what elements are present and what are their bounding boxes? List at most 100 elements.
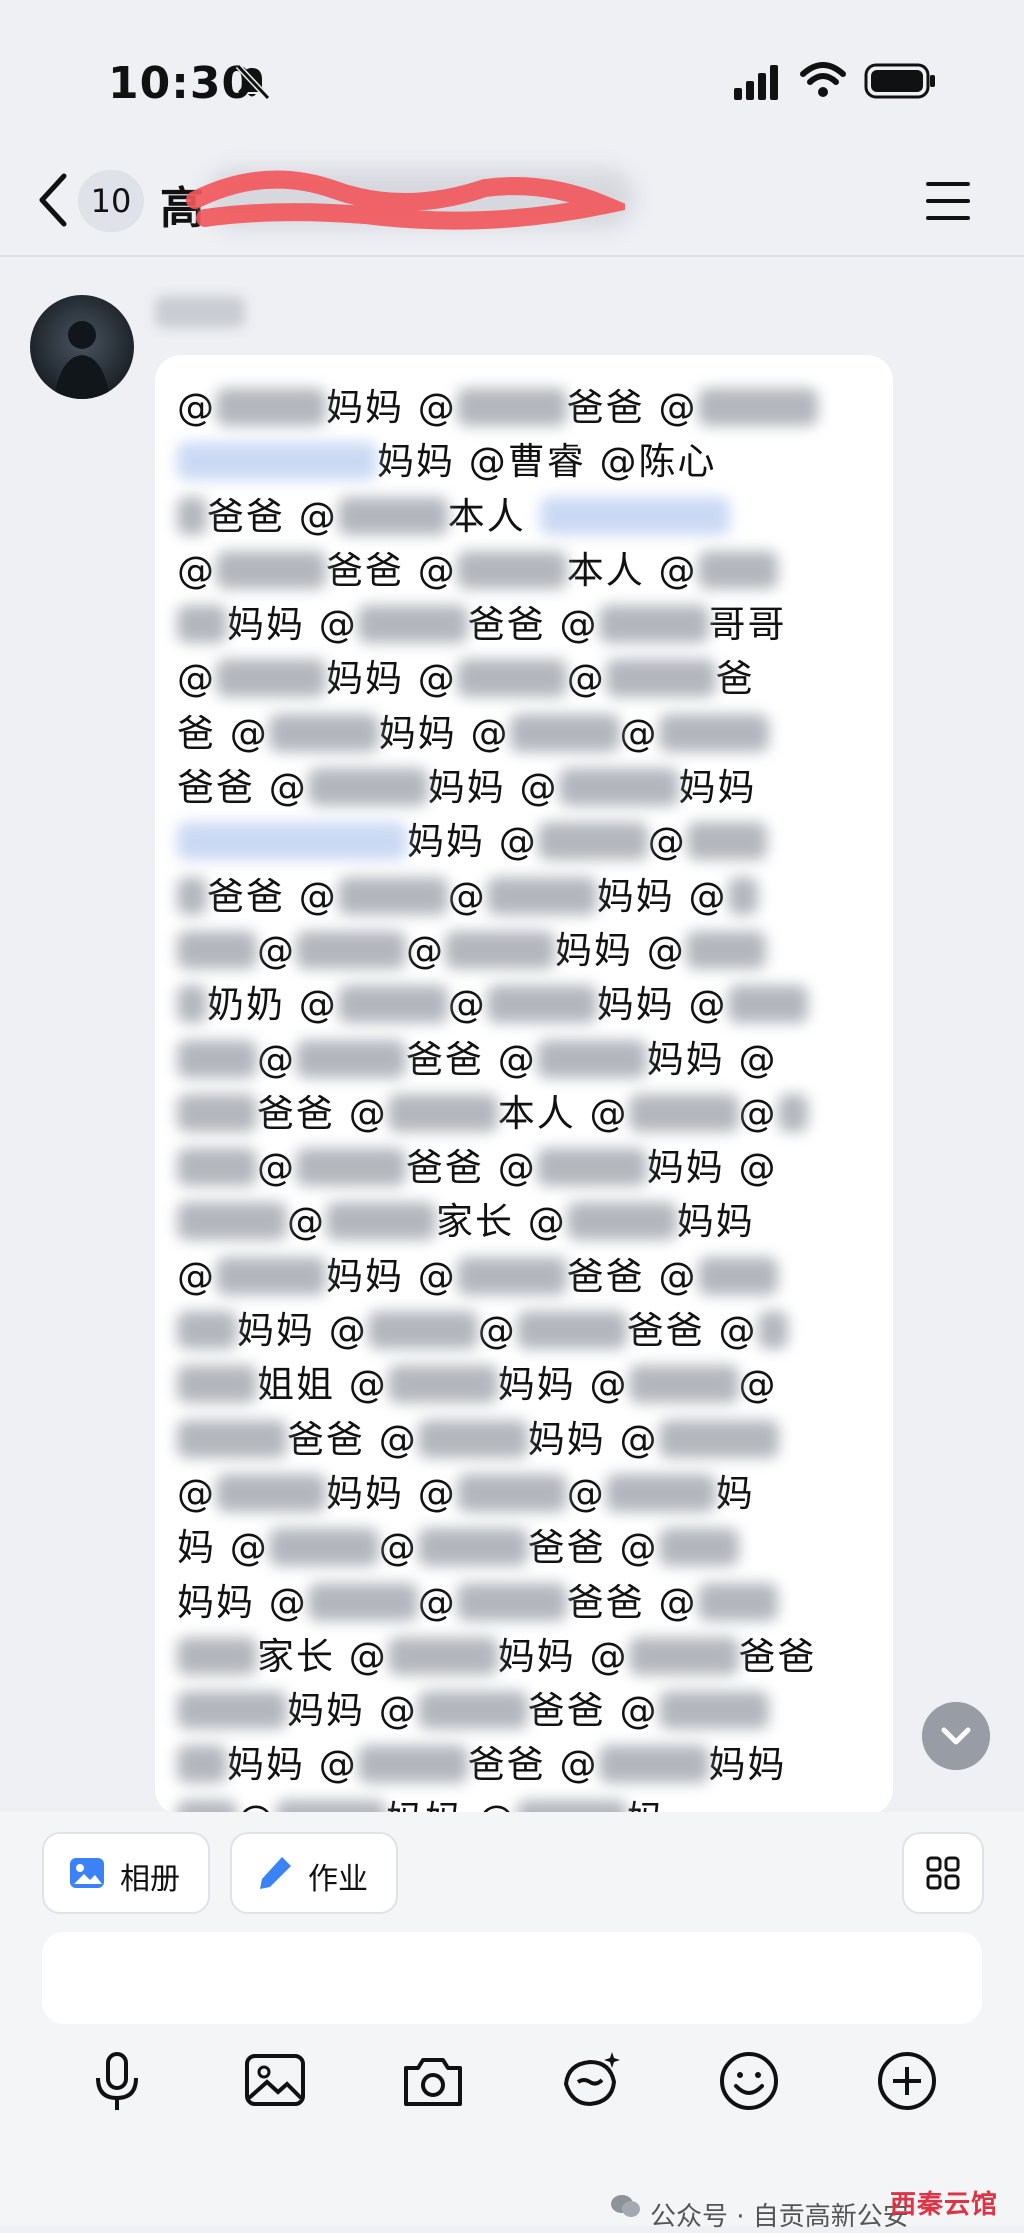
message-text-segment: 爸爸 (738, 1634, 817, 1678)
redacted-name (177, 1419, 287, 1458)
message-text-segment: 爸爸 @ (207, 494, 338, 538)
message-text-segment: @ (257, 1146, 296, 1190)
unread-count-badge[interactable]: 10 (78, 170, 144, 232)
redacted-name (658, 1419, 779, 1458)
message-text-segment: 爸爸 @ (566, 386, 698, 429)
message-text-segment: 家长 @ (436, 1200, 567, 1244)
redacted-name (337, 876, 448, 915)
message-line: 妈妈 @ 爸爸 @ (177, 1684, 877, 1738)
redacted-name (387, 1636, 498, 1675)
message-bubble[interactable]: @ 妈妈 @ 爸爸 @ 妈妈 @曹睿 @陈心 爸爸 @ 本人 @ 爸爸 @ 本人 @ 妈妈 @ 爸… (155, 355, 893, 1815)
redacted-name (177, 605, 227, 644)
redacted-name (685, 930, 766, 969)
message-text-segment: 爸爸 @ (467, 603, 599, 647)
redacted-name (628, 1365, 739, 1404)
redacted-name (268, 1528, 379, 1567)
message-text-segment: 奶奶 @ (207, 983, 338, 1027)
message-text-segment: @ (378, 1526, 418, 1570)
message-line: 爸爸 @ 本人 @ @ (177, 1087, 877, 1141)
redacted-name (598, 605, 709, 644)
message-text-segment: 妈 @ (177, 1526, 269, 1570)
redacted-name (177, 1745, 227, 1784)
message-text-segment: 妈妈 @ (326, 1254, 457, 1298)
message-line: 家长 @ 妈妈 @ 爸爸 (177, 1630, 877, 1684)
redacted-name (417, 1419, 528, 1458)
more-apps-icon[interactable] (902, 1832, 984, 1914)
redacted-link (539, 496, 730, 535)
message-text-segment: @ (177, 1471, 216, 1515)
redacted-name (509, 713, 620, 752)
redacted-name (697, 550, 778, 589)
image-icon[interactable] (242, 2048, 308, 2114)
message-line: 妈妈 @ 爸爸 @ 妈妈 (177, 1738, 877, 1792)
message-text-segment: 妈妈 @ (378, 711, 510, 755)
message-line: @ 爸爸 @ 妈妈 @ (177, 1141, 877, 1195)
message-text-segment: @ (257, 928, 296, 972)
message-text-segment: 爸爸 @ (326, 548, 457, 592)
message-text-segment: 妈妈 @ (326, 1471, 457, 1515)
message-text-segment: 妈妈 @ (227, 603, 358, 647)
redacted-name (177, 876, 207, 915)
redacted-name (658, 713, 769, 752)
message-input[interactable] (42, 1932, 982, 2024)
message-text-segment: @ (406, 928, 445, 972)
message-text-segment: @ (177, 1254, 216, 1298)
watermark-text: 公众号 · 自贡高新公安 (650, 2202, 909, 2232)
redacted-name (357, 605, 468, 644)
message-text-segment: 爸爸 @ (527, 1526, 659, 1570)
redacted-name (307, 1582, 418, 1621)
redacted-name (605, 1473, 716, 1512)
redacted-name (598, 1745, 709, 1784)
microphone-icon[interactable] (84, 2048, 150, 2114)
redaction-scribble (186, 170, 625, 230)
message-text-segment: 姐姐 @ (257, 1363, 388, 1407)
redacted-name (486, 876, 597, 915)
homework-label: 作业 (308, 1862, 368, 1897)
sender-avatar[interactable] (30, 295, 134, 399)
redacted-name (337, 496, 448, 535)
sticker-icon[interactable] (558, 2048, 624, 2114)
plus-icon[interactable] (874, 2048, 940, 2114)
redacted-name (177, 985, 207, 1024)
message-line: 爸爸 @ @ 妈妈 @ (177, 870, 877, 924)
homework-button[interactable]: 作业 (230, 1832, 398, 1914)
message-text-segment: 妈妈 @ (177, 1580, 308, 1624)
redacted-name (537, 822, 648, 861)
message-text-segment: 本人 @ (566, 548, 698, 592)
message-text-segment: 爸爸 @ (566, 1254, 698, 1298)
message-text-segment: 妈妈 @ (596, 874, 728, 918)
redacted-name (697, 1256, 778, 1295)
redacted-name (605, 659, 716, 698)
message-text-segment: 妈妈 @ (646, 1037, 778, 1081)
message-text-segment: @ (417, 1580, 457, 1624)
redacted-name (727, 876, 758, 915)
message-text-segment: 妈妈 @ (527, 1417, 659, 1461)
camera-icon[interactable] (400, 2048, 466, 2114)
redacted-name (417, 1528, 528, 1567)
message-line: 妈妈 @ @ 爸爸 @ (177, 1304, 877, 1358)
bell-muted-icon (235, 63, 271, 101)
message-text: @ 妈妈 @ 爸爸 @ 妈妈 @曹睿 @陈心 爸爸 @ 本人 @ 爸爸 @ 本人 @ 妈妈 @ 爸… (177, 381, 877, 1815)
message-text-segment: 爸爸 @ (566, 1580, 698, 1624)
redacted-name (456, 1582, 567, 1621)
redacted-name (177, 1636, 257, 1675)
menu-icon[interactable] (924, 178, 972, 224)
redacted-name (757, 1311, 788, 1350)
redacted-name (686, 822, 767, 861)
message-text-segment: 哥哥 (708, 603, 787, 647)
message-line: 爸爸 @ 本人 (177, 490, 877, 544)
album-button[interactable]: 相册 (42, 1832, 210, 1914)
message-text-segment: @ (477, 1309, 517, 1353)
scroll-down-icon[interactable] (922, 1702, 990, 1770)
redacted-name (456, 1473, 567, 1512)
redacted-name (417, 1691, 528, 1730)
battery-icon (864, 63, 935, 99)
cellular-signal-icon (734, 65, 778, 100)
emoji-icon[interactable] (716, 2048, 782, 2114)
message-text-segment: 爸爸 @ (467, 1743, 599, 1787)
redacted-name (658, 1528, 739, 1567)
message-text-segment: @ (566, 657, 606, 701)
redacted-name (697, 388, 818, 426)
back-icon[interactable] (34, 170, 74, 230)
message-text-segment: @ (566, 1471, 606, 1515)
